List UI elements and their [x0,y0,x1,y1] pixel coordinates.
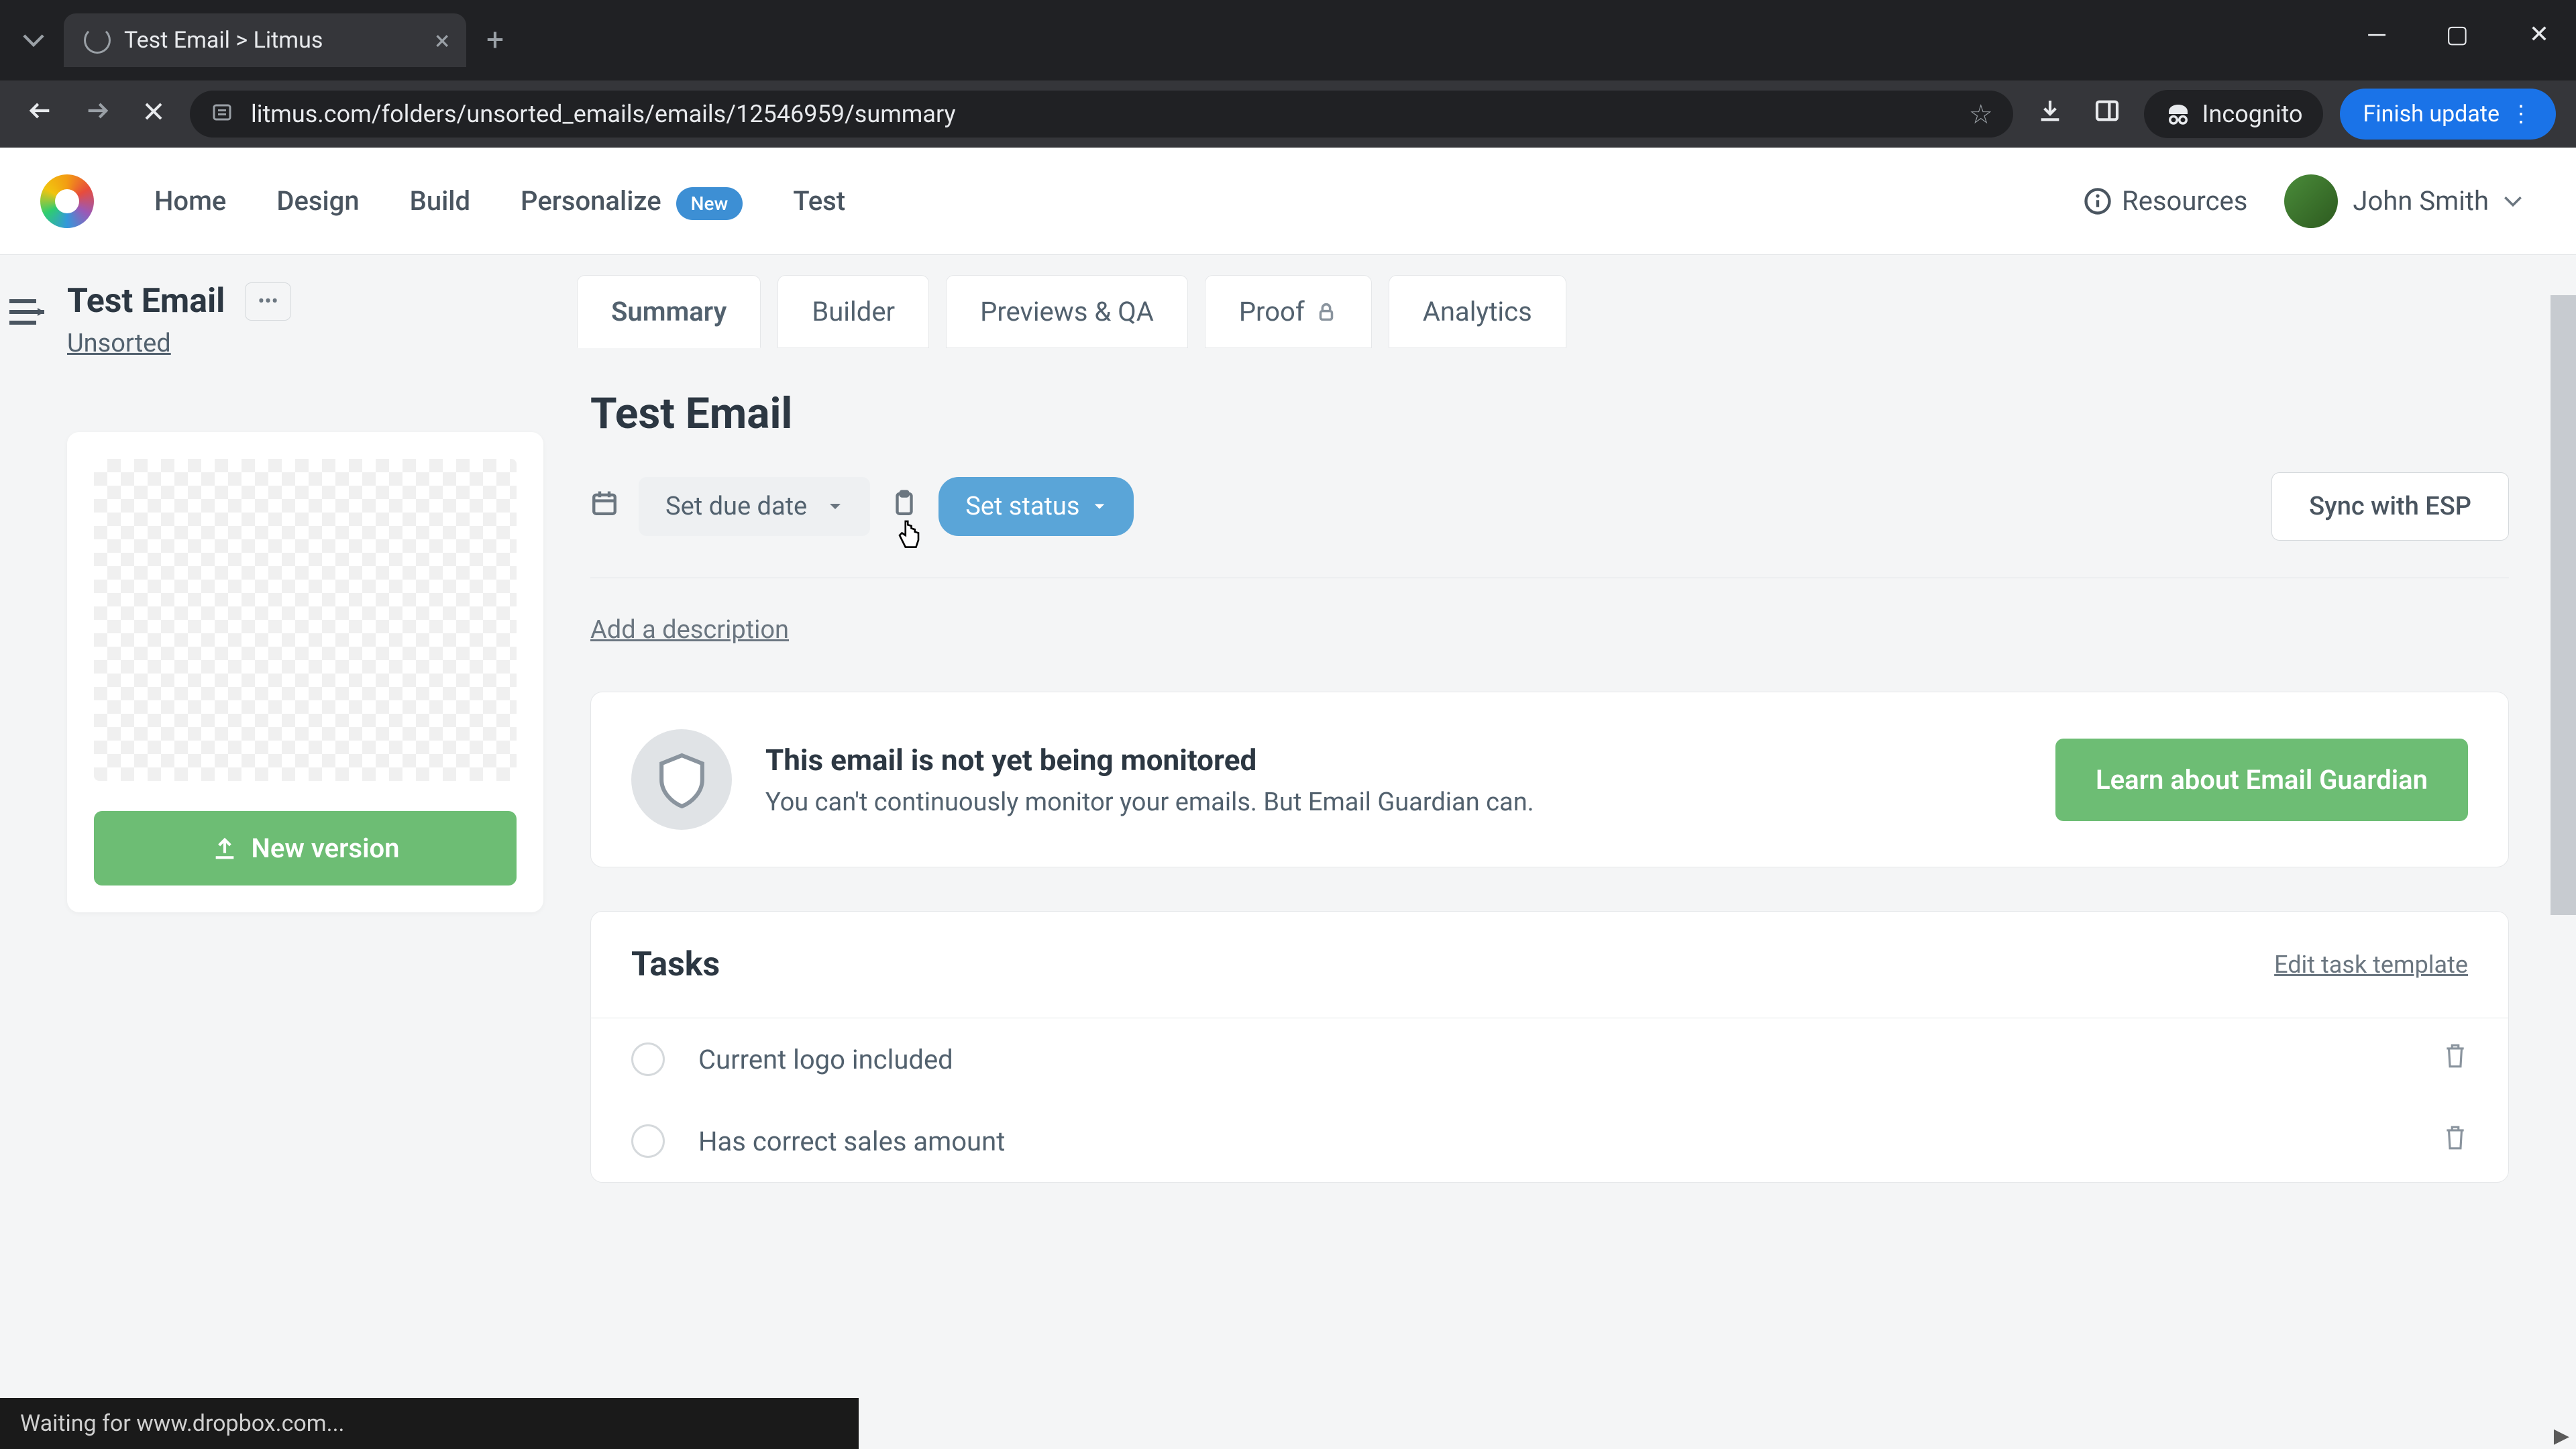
tab-proof-label: Proof [1239,296,1305,327]
resources-label: Resources [2122,185,2247,217]
menu-dots-icon: ⋮ [2510,101,2532,127]
litmus-logo[interactable] [40,174,94,228]
task-checkbox[interactable] [631,1042,665,1076]
tab-title: Test Email > Litmus [124,27,323,54]
delete-task-icon[interactable] [2443,1042,2468,1077]
more-options-button[interactable]: ••• [245,282,290,321]
new-badge: New [676,187,743,220]
maximize-button[interactable]: ▢ [2432,13,2482,55]
info-icon [2084,187,2112,215]
nav-test[interactable]: Test [793,185,845,217]
side-panel-icon[interactable] [2087,91,2127,138]
bookmark-icon[interactable]: ☆ [1969,99,1993,130]
folder-link[interactable]: Unsorted [67,329,171,358]
email-title: Test Email [67,282,225,321]
shield-icon [631,729,732,830]
new-version-label: New version [252,833,400,864]
browser-tab[interactable]: Test Email > Litmus × [64,13,466,67]
content-title: Test Email [590,388,2509,439]
nav-personalize[interactable]: Personalize New [521,185,743,217]
task-label: Has correct sales amount [698,1126,2409,1157]
user-menu[interactable]: John Smith [2284,174,2522,228]
address-bar[interactable]: litmus.com/folders/unsorted_emails/email… [190,91,2013,138]
scrollbar-thumb[interactable] [2551,295,2576,915]
new-version-button[interactable]: New version [94,811,517,885]
email-thumbnail[interactable] [94,459,517,781]
new-tab-button[interactable]: + [486,22,504,58]
task-row: Current logo included [591,1018,2508,1100]
add-description-link[interactable]: Add a description [590,615,789,645]
set-status-button[interactable]: Set status [938,477,1133,536]
cursor-icon [895,519,923,558]
nav-build[interactable]: Build [410,185,470,217]
browser-status-bar: Waiting for www.dropbox.com... [0,1398,859,1449]
close-window-button[interactable]: ✕ [2516,13,2563,55]
calendar-icon [590,489,619,524]
task-checkbox[interactable] [631,1124,665,1158]
stop-reload-button[interactable] [134,90,173,138]
guardian-banner: This email is not yet being monitored Yo… [590,692,2509,867]
vertical-scrollbar[interactable] [2551,295,2576,1422]
due-date-label: Set due date [665,492,807,521]
status-label: Set status [965,492,1079,521]
upload-icon [211,835,238,862]
task-row: Has correct sales amount [591,1100,2508,1182]
site-info-icon[interactable] [210,99,234,129]
incognito-icon [2164,100,2192,128]
guardian-cta-button[interactable]: Learn about Email Guardian [2055,739,2468,821]
tab-proof[interactable]: Proof [1205,275,1372,348]
delete-task-icon[interactable] [2443,1124,2468,1159]
tab-summary[interactable]: Summary [577,275,761,348]
downloads-icon[interactable] [2030,91,2070,138]
loading-spinner-icon [84,27,111,54]
tab-builder[interactable]: Builder [777,275,929,348]
finish-update-label: Finish update [2363,101,2500,127]
guardian-title: This email is not yet being monitored [765,743,2022,777]
url-text: litmus.com/folders/unsorted_emails/email… [251,100,1952,128]
nav-personalize-label: Personalize [521,185,661,217]
set-due-date-button[interactable]: Set due date [639,477,870,536]
tab-analytics[interactable]: Analytics [1389,275,1566,348]
horizontal-scrollbar[interactable]: ▶ [859,1422,2576,1449]
nav-design[interactable]: Design [276,185,359,217]
task-label: Current logo included [698,1044,2409,1075]
tab-previews[interactable]: Previews & QA [946,275,1188,348]
incognito-label: Incognito [2202,100,2303,128]
guardian-subtitle: You can't continuously monitor your emai… [765,788,2022,817]
finish-update-button[interactable]: Finish update ⋮ [2340,89,2556,140]
nav-home[interactable]: Home [154,185,226,217]
tasks-card: Tasks Edit task template Current logo in… [590,911,2509,1183]
sidebar-toggle-icon[interactable] [7,295,47,1449]
avatar [2284,174,2338,228]
incognito-indicator[interactable]: Incognito [2144,90,2323,138]
minimize-button[interactable]: ─ [2355,13,2399,55]
user-name: John Smith [2353,185,2489,217]
edit-task-template-link[interactable]: Edit task template [2274,951,2468,979]
forward-button[interactable] [77,90,117,138]
tasks-heading: Tasks [631,945,720,984]
close-tab-icon[interactable]: × [435,25,449,56]
sync-esp-button[interactable]: Sync with ESP [2271,472,2509,541]
preview-card: New version [67,432,543,912]
caret-down-icon [827,501,843,512]
lock-icon [1315,301,1338,323]
tab-search-dropdown[interactable] [13,17,54,64]
back-button[interactable] [20,90,60,138]
caret-down-icon [1092,502,1107,511]
resources-link[interactable]: Resources [2084,185,2247,217]
chevron-down-icon [2504,195,2522,207]
scroll-right-arrow[interactable]: ▶ [2554,1424,2569,1448]
